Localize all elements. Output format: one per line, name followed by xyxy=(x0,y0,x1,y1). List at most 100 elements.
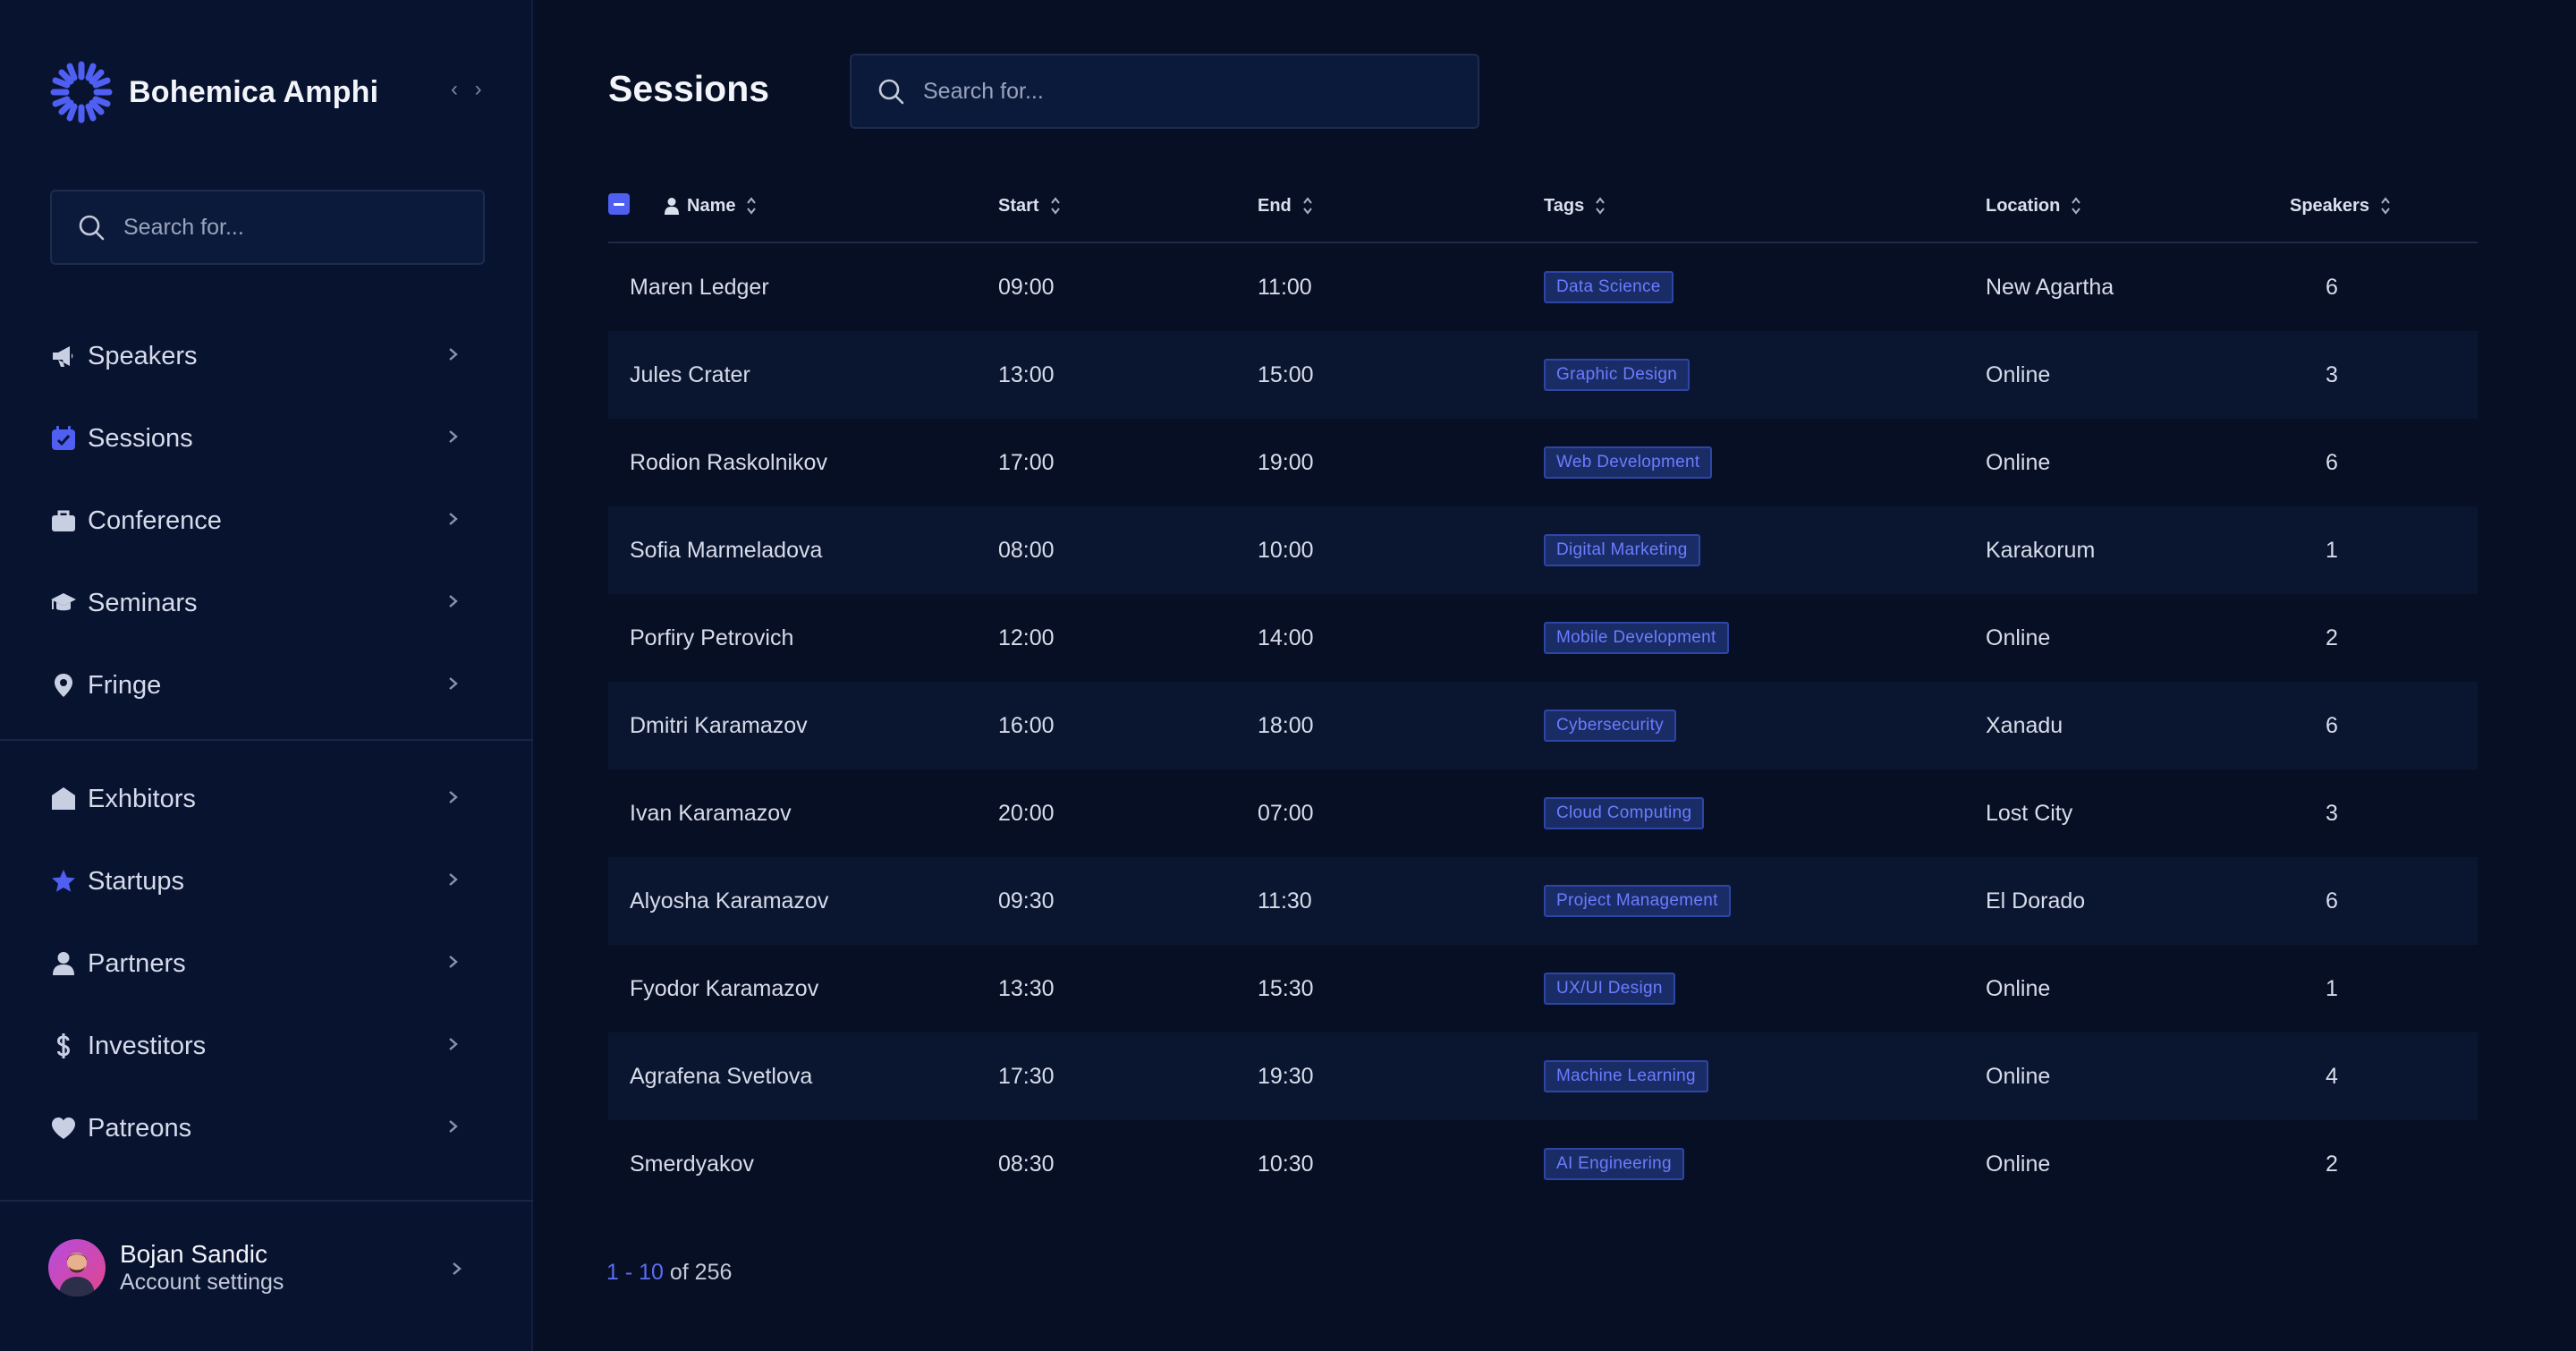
tag-badge[interactable]: Digital Marketing xyxy=(1544,534,1700,566)
sort-icon xyxy=(2072,197,2081,215)
table-row[interactable]: Ivan Karamazov 20:00 07:00 Cloud Computi… xyxy=(608,769,2478,857)
sidebar-item-investitors[interactable]: Investitors xyxy=(0,1005,533,1087)
cell-location: Online xyxy=(1986,361,2051,387)
sidebar-item-startups[interactable]: Startups xyxy=(0,840,533,922)
sort-icon xyxy=(747,197,757,215)
tag-badge[interactable]: Project Management xyxy=(1544,885,1731,917)
cell-location: Lost City xyxy=(1986,800,2073,826)
cell-location: Online xyxy=(1986,449,2051,475)
cell-location: Online xyxy=(1986,625,2051,650)
chevron-right-icon xyxy=(449,1038,458,1050)
table-row[interactable]: Agrafena Svetlova 17:30 19:30 Machine Le… xyxy=(608,1032,2478,1120)
sort-icon xyxy=(1596,197,1605,215)
cell-end: 19:00 xyxy=(1258,449,1314,475)
cell-end: 19:30 xyxy=(1258,1063,1314,1089)
column-label: Speakers xyxy=(2290,195,2369,216)
table-row[interactable]: Smerdyakov 08:30 10:30 AI Engineering On… xyxy=(608,1120,2478,1208)
column-header-speakers[interactable]: Speakers xyxy=(2290,191,2391,220)
sort-icon xyxy=(2381,197,2390,215)
cell-end: 07:00 xyxy=(1258,800,1314,826)
table-row[interactable]: Porfiry Petrovich 12:00 14:00 Mobile Dev… xyxy=(608,594,2478,682)
sidebar-item-label: Startups xyxy=(88,866,184,896)
column-label: Name xyxy=(687,195,736,216)
table-row[interactable]: Jules Crater 13:00 15:00 Graphic Design … xyxy=(608,331,2478,419)
cell-start: 20:00 xyxy=(998,800,1055,826)
cell-location: Xanadu xyxy=(1986,712,2063,738)
sidebar-item-patreons[interactable]: Patreons xyxy=(0,1087,533,1169)
tag-badge[interactable]: Mobile Development xyxy=(1544,622,1729,654)
collapse-sidebar-button[interactable]: ‹ › xyxy=(451,77,487,102)
cell-start: 13:30 xyxy=(998,975,1055,1001)
cell-speakers: 3 xyxy=(2326,800,2338,826)
briefcase-icon xyxy=(50,507,77,534)
user-info: Bojan Sandic Account settings xyxy=(120,1240,284,1296)
sidebar-item-label: Fringe xyxy=(88,670,162,700)
account-settings[interactable]: Bojan Sandic Account settings xyxy=(48,1238,483,1297)
cell-speakers: 6 xyxy=(2326,712,2338,738)
cell-end: 11:00 xyxy=(1258,274,1312,300)
cell-name: Porfiry Petrovich xyxy=(630,625,794,650)
chevron-right-icon xyxy=(449,513,458,525)
avatar xyxy=(48,1239,106,1296)
column-header-start[interactable]: Start xyxy=(998,191,1061,220)
chevron-right-icon xyxy=(449,348,458,361)
sidebar-item-label: Investitors xyxy=(88,1031,207,1060)
table-row[interactable]: Fyodor Karamazov 13:30 15:30 UX/UI Desig… xyxy=(608,945,2478,1032)
sidebar-item-label: Speakers xyxy=(88,341,198,370)
sidebar-item-seminars[interactable]: Seminars xyxy=(0,562,533,644)
house-icon xyxy=(50,786,77,812)
column-header-location[interactable]: Location xyxy=(1986,191,2081,220)
table-row[interactable]: Alyosha Karamazov 09:30 11:30 Project Ma… xyxy=(608,857,2478,945)
table-row[interactable]: Rodion Raskolnikov 17:00 19:00 Web Devel… xyxy=(608,419,2478,506)
sort-icon xyxy=(1050,197,1060,215)
cell-location: Online xyxy=(1986,1151,2051,1177)
cell-start: 17:00 xyxy=(998,449,1055,475)
cell-start: 16:00 xyxy=(998,712,1055,738)
cell-name: Alyosha Karamazov xyxy=(630,888,829,913)
table-row[interactable]: Maren Ledger 09:00 11:00 Data Science Ne… xyxy=(608,243,2478,331)
chevron-right-icon xyxy=(449,956,458,968)
sidebar-item-label: Partners xyxy=(88,948,186,978)
sidebar-item-label: Seminars xyxy=(88,588,198,617)
tag-badge[interactable]: Web Development xyxy=(1544,446,1713,479)
select-all-checkbox[interactable] xyxy=(608,193,630,215)
sidebar-item-speakers[interactable]: Speakers xyxy=(0,315,533,397)
chevron-right-icon xyxy=(449,1120,458,1133)
tag-badge[interactable]: Data Science xyxy=(1544,271,1674,303)
column-header-tags[interactable]: Tags xyxy=(1544,191,1606,220)
sidebar-item-fringe[interactable]: Fringe xyxy=(0,644,533,726)
tag-badge[interactable]: Graphic Design xyxy=(1544,359,1690,391)
sidebar-item-conference[interactable]: Conference xyxy=(0,480,533,562)
tag-badge[interactable]: UX/UI Design xyxy=(1544,973,1675,1005)
sidebar-item-sessions[interactable]: Sessions xyxy=(0,397,533,480)
sidebar-item-partners[interactable]: Partners xyxy=(0,922,533,1005)
column-header-end[interactable]: End xyxy=(1258,191,1313,220)
dollar-icon xyxy=(50,1032,77,1059)
pagination-range[interactable]: 1 - 10 xyxy=(606,1260,664,1285)
cell-end: 10:30 xyxy=(1258,1151,1314,1177)
table-row[interactable]: Dmitri Karamazov 16:00 18:00 Cybersecuri… xyxy=(608,682,2478,769)
cell-location: Online xyxy=(1986,1063,2051,1089)
column-label: End xyxy=(1258,195,1292,216)
column-label: Location xyxy=(1986,195,2061,216)
cell-start: 17:30 xyxy=(998,1063,1055,1089)
main-search[interactable] xyxy=(850,54,1479,129)
sidebar-search-input[interactable] xyxy=(122,213,447,242)
tag-badge[interactable]: Cloud Computing xyxy=(1544,797,1705,829)
column-label: Start xyxy=(998,195,1039,216)
tag-badge[interactable]: Machine Learning xyxy=(1544,1060,1708,1092)
graduation-cap-icon xyxy=(50,590,77,616)
column-header-name[interactable]: Name xyxy=(664,191,757,220)
cell-name: Maren Ledger xyxy=(630,274,769,300)
sidebar-item-exhbitors[interactable]: Exhbitors xyxy=(0,758,533,840)
heart-icon xyxy=(50,1115,77,1142)
tag-badge[interactable]: AI Engineering xyxy=(1544,1148,1684,1180)
main-search-input[interactable] xyxy=(921,77,1247,106)
user-name: Bojan Sandic xyxy=(120,1240,268,1268)
cell-name: Sofia Marmeladova xyxy=(630,537,823,563)
tag-badge[interactable]: Cybersecurity xyxy=(1544,709,1677,742)
sidebar-search[interactable] xyxy=(50,190,485,265)
cell-speakers: 6 xyxy=(2326,888,2338,913)
brand[interactable]: Bohemica Amphi xyxy=(50,61,378,123)
table-row[interactable]: Sofia Marmeladova 08:00 10:00 Digital Ma… xyxy=(608,506,2478,594)
